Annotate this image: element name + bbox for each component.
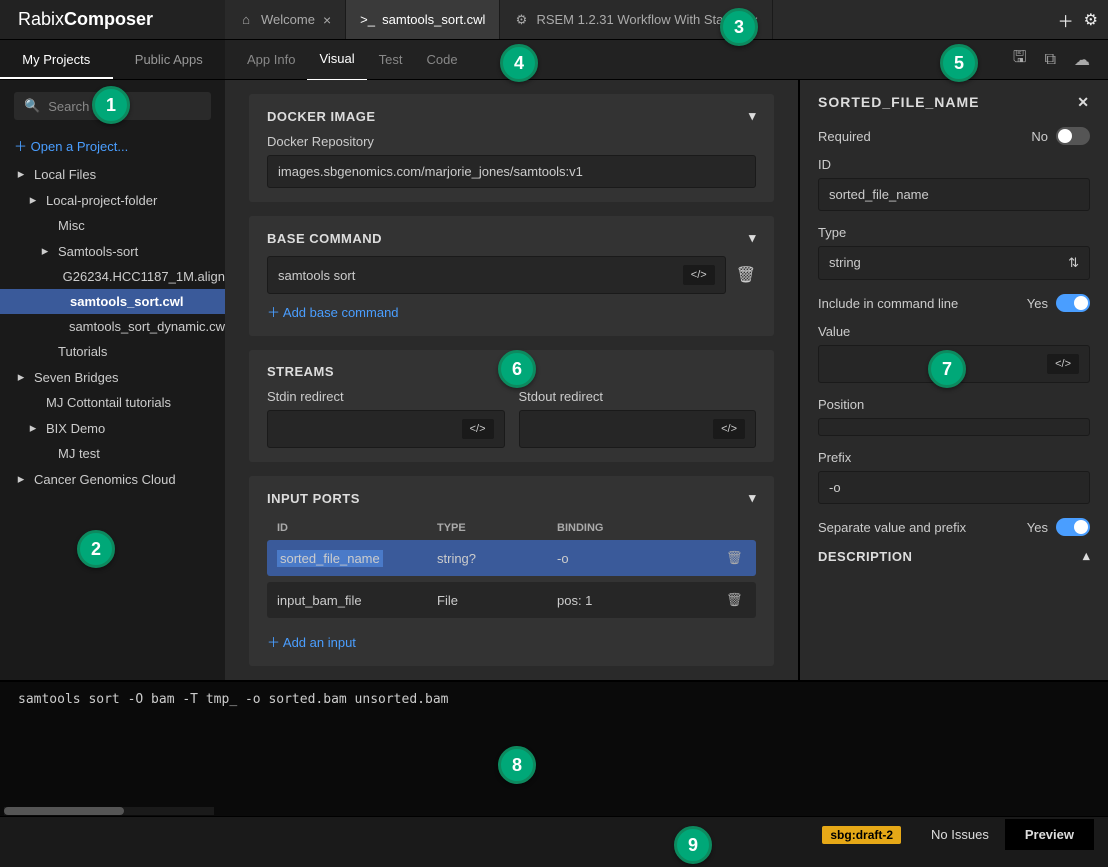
command-preview: samtools sort -O bam -T tmp_ -o sorted.b…	[0, 680, 1108, 816]
open-project-link[interactable]: ＋ Open a Project...	[0, 130, 225, 161]
code-icon[interactable]: </>	[713, 419, 745, 439]
home-icon: ⌂	[239, 12, 253, 27]
trash-icon[interactable]: 🗑	[726, 550, 746, 566]
gear-icon: ⚙	[514, 12, 528, 28]
input-port-row[interactable]: input_bam_fileFilepos: 1🗑	[267, 582, 756, 618]
chevron-down-icon[interactable]: ▾	[749, 490, 756, 506]
cloud-icon[interactable]: ☁	[1074, 50, 1090, 70]
preview-button[interactable]: Preview	[1005, 819, 1094, 850]
type-select[interactable]: string⇅	[818, 246, 1090, 280]
input-port-row[interactable]: sorted_file_namestring?-o🗑	[267, 540, 756, 576]
section-input-ports: INPUT PORTS	[267, 491, 360, 506]
tab-samtools[interactable]: >_samtools_sort.cwl	[346, 0, 500, 39]
folder-icon: ▸	[26, 420, 40, 436]
tab-test[interactable]: Test	[367, 40, 415, 80]
code-icon[interactable]: </>	[462, 419, 494, 439]
terminal-icon: >_	[360, 12, 374, 27]
code-icon[interactable]: </>	[683, 265, 715, 285]
tree-item[interactable]: ▸Cancer Genomics Cloud	[0, 466, 225, 492]
folder-icon: ▸	[14, 471, 28, 487]
docker-repo-input[interactable]: images.sbgenomics.com/marjorie_jones/sam…	[267, 155, 756, 188]
callout-marker: 7	[928, 350, 966, 388]
section-base-command: BASE COMMAND	[267, 231, 382, 246]
issues-status[interactable]: No Issues	[915, 827, 1005, 842]
required-toggle[interactable]	[1056, 127, 1090, 145]
tree-item[interactable]: Tutorials	[0, 339, 225, 364]
tree-item[interactable]: ▸Local-project-folder	[0, 187, 225, 213]
trash-icon[interactable]: 🗑	[736, 265, 756, 285]
scrollbar[interactable]	[4, 807, 214, 815]
chevron-up-icon[interactable]: ▴	[1083, 548, 1090, 564]
folder-icon: ▸	[26, 192, 40, 208]
tree-item[interactable]: samtools_sort_dynamic.cw	[0, 314, 225, 339]
callout-marker: 6	[498, 350, 536, 388]
callout-marker: 9	[674, 826, 712, 864]
section-docker: DOCKER IMAGE	[267, 109, 376, 124]
folder-icon: ▸	[14, 166, 28, 182]
add-tab-icon[interactable]: ＋	[1058, 8, 1074, 32]
position-input[interactable]	[818, 418, 1090, 436]
callout-marker: 8	[498, 746, 536, 784]
id-input[interactable]: sorted_file_name	[818, 178, 1090, 211]
editor-tabs: ⌂Welcome× >_samtools_sort.cwl ⚙RSEM 1.2.…	[225, 0, 1048, 39]
add-input-link[interactable]: ＋ Add an input	[267, 624, 356, 651]
callout-marker: 3	[720, 8, 758, 46]
tree-item[interactable]: ▸Local Files	[0, 161, 225, 187]
tab-code[interactable]: Code	[414, 40, 469, 80]
callout-marker: 1	[92, 86, 130, 124]
close-icon[interactable]: ✕	[1077, 94, 1090, 111]
code-icon[interactable]: </>	[1047, 354, 1079, 374]
tab-welcome[interactable]: ⌂Welcome×	[225, 0, 346, 39]
tab-app-info[interactable]: App Info	[235, 40, 307, 80]
base-command-input[interactable]: samtools sort</>	[267, 256, 726, 294]
tree-item[interactable]: ▸Samtools-sort	[0, 238, 225, 264]
tree-item[interactable]: MJ Cottontail tutorials	[0, 390, 225, 415]
tab-public-apps[interactable]: Public Apps	[113, 40, 226, 79]
separate-toggle[interactable]	[1056, 518, 1090, 536]
chevron-down-icon[interactable]: ▾	[749, 230, 756, 246]
tree-item[interactable]: G26234.HCC1187_1M.align	[0, 264, 225, 289]
chevron-down-icon[interactable]: ▾	[749, 108, 756, 124]
callout-marker: 2	[77, 530, 115, 568]
settings-icon[interactable]: ⚙	[1084, 10, 1098, 30]
stdout-input[interactable]: </>	[519, 410, 757, 448]
tree-item[interactable]: ▸Seven Bridges	[0, 364, 225, 390]
app-logo: Rabix Composer	[0, 0, 225, 39]
close-icon[interactable]: ×	[323, 12, 331, 28]
tree-item[interactable]: ▸BIX Demo	[0, 415, 225, 441]
tree-item[interactable]: MJ test	[0, 441, 225, 466]
prefix-input[interactable]: -o	[818, 471, 1090, 504]
tree-item[interactable]: samtools_sort.cwl	[0, 289, 225, 314]
tab-my-projects[interactable]: My Projects	[0, 40, 113, 79]
trash-icon[interactable]: 🗑	[726, 592, 746, 608]
stdin-input[interactable]: </>	[267, 410, 505, 448]
search-icon: 🔍	[24, 98, 40, 114]
include-toggle[interactable]	[1056, 294, 1090, 312]
file-tree-sidebar: 🔍Search ps... ＋ Open a Project... ▸Local…	[0, 80, 225, 680]
tree-item[interactable]: Misc	[0, 213, 225, 238]
save-icon[interactable]: 🖫	[1013, 46, 1027, 73]
tab-visual[interactable]: Visual	[307, 39, 366, 81]
add-base-command-link[interactable]: ＋ Add base command	[267, 294, 399, 321]
draft-badge: sbg:draft-2	[822, 826, 901, 844]
callout-marker: 5	[940, 44, 978, 82]
chevron-down-icon: ⇅	[1068, 255, 1079, 271]
copy-icon[interactable]: ⧉	[1045, 51, 1056, 69]
folder-icon: ▸	[38, 243, 52, 259]
folder-icon: ▸	[14, 369, 28, 385]
callout-marker: 4	[500, 44, 538, 82]
